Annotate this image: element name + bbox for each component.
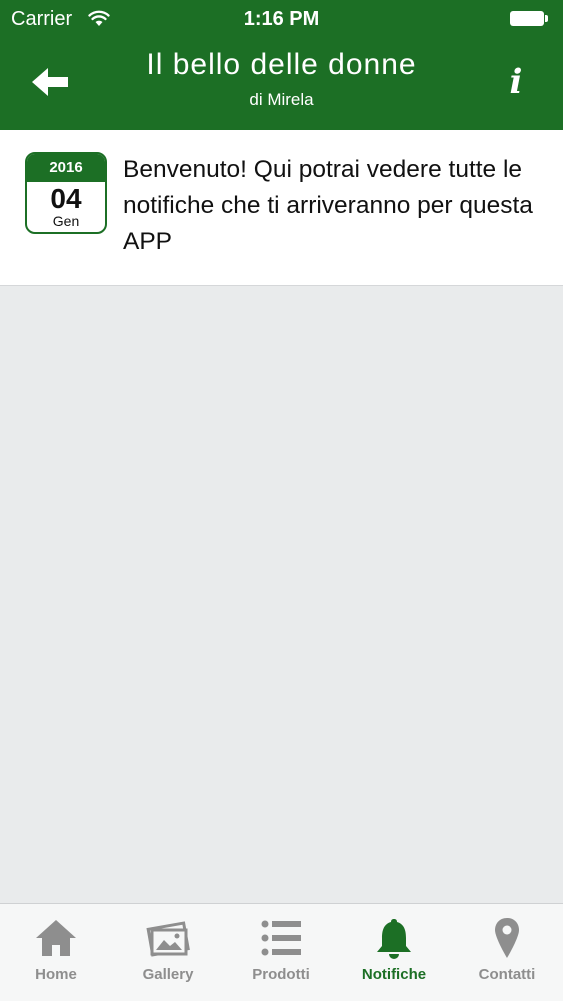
info-icon[interactable]: i [498,60,534,104]
status-bar: Carrier 1:16 PM [0,0,563,38]
status-time: 1:16 PM [243,8,320,30]
gallery-icon [146,921,190,957]
bell-icon [377,919,411,959]
page-title: Il bello delle donne [146,48,417,81]
notification-message: Benvenuto! Qui potrai vedere tutte le no… [123,156,533,255]
date-month: Gen [52,213,80,229]
tab-prodotti-label: Prodotti [252,966,310,983]
app-header: Carrier 1:16 PM Il bello delle donne di … [0,0,563,130]
date-day: 04 [50,183,82,214]
tab-gallery-label: Gallery [142,966,194,983]
calendar-date-badge: 2016 04 Gen [25,152,107,234]
tab-notifiche[interactable]: Notifiche [338,904,450,1001]
page-subtitle: di Mirela [249,90,314,109]
tab-contatti[interactable]: Contatti [451,904,563,1001]
tab-prodotti[interactable]: Prodotti [225,904,337,1001]
home-icon [36,920,76,956]
date-year: 2016 [27,154,105,182]
tab-home[interactable]: Home [0,904,112,1001]
location-pin-icon [495,918,519,958]
tab-notifiche-label: Notifiche [361,966,427,983]
tab-contatti-label: Contatti [478,966,536,983]
notification-item[interactable]: 2016 04 Gen Benvenuto! Qui potrai vedere… [0,130,563,286]
tab-bar: Home Gallery Prodotti Notifiche Contatti [0,903,563,1001]
navigation-bar: Il bello delle donne di Mirela i [0,38,563,130]
battery-icon [510,11,548,26]
tab-home-label: Home [35,966,77,983]
list-icon [261,920,301,956]
tab-gallery[interactable]: Gallery [112,904,224,1001]
